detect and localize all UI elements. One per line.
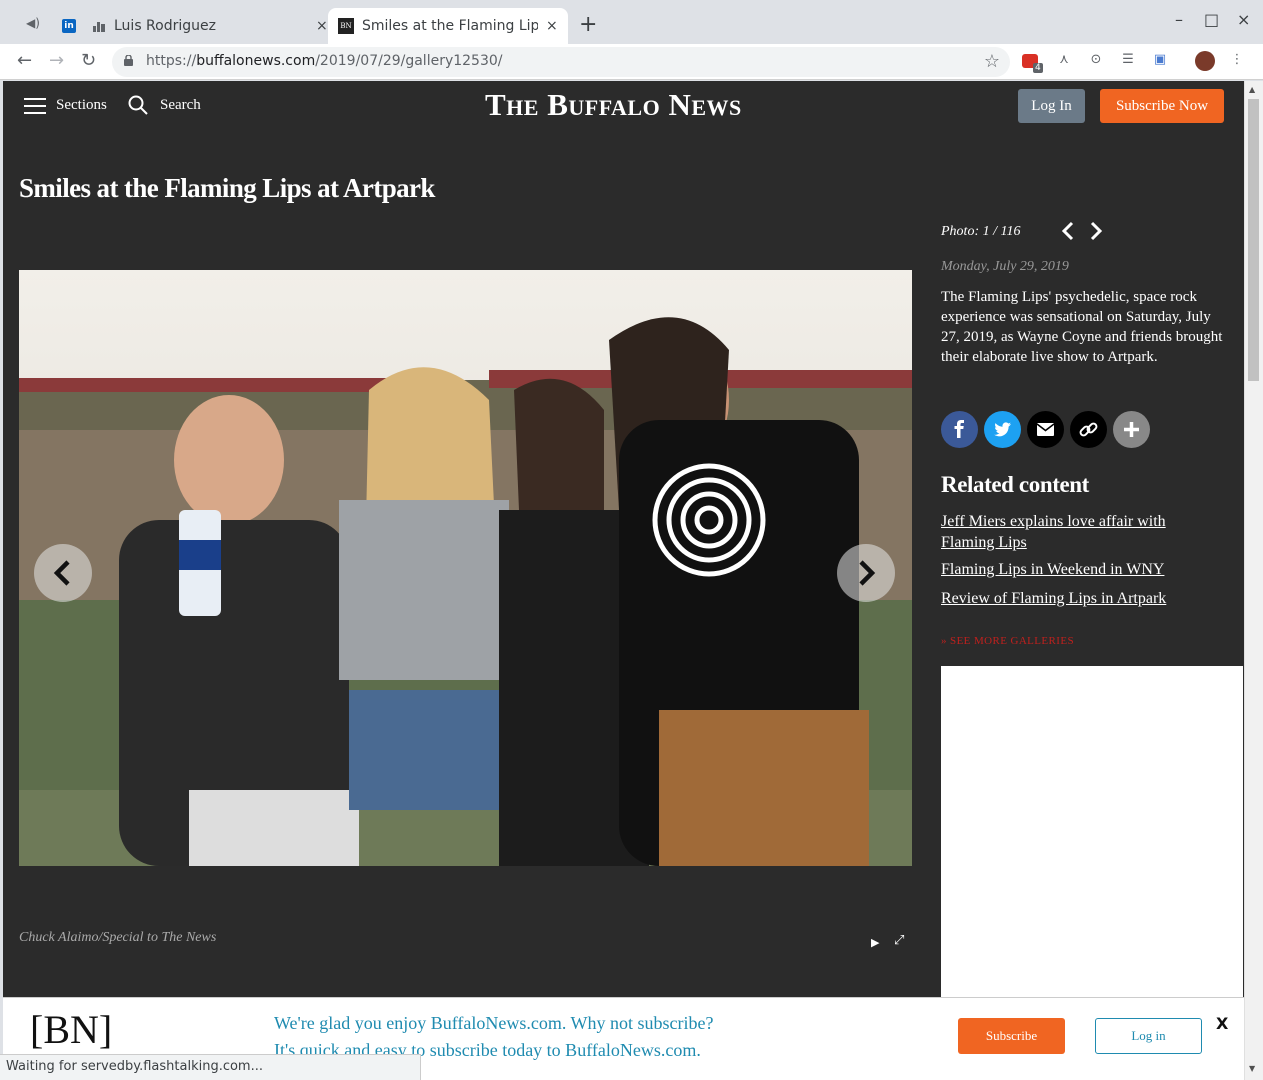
linkedin-icon: in — [62, 19, 76, 33]
advertisement — [941, 666, 1243, 1006]
minimize-button[interactable]: – — [1175, 10, 1183, 29]
profile-avatar[interactable] — [1195, 51, 1215, 71]
chevron-right-icon — [859, 560, 876, 586]
hamburger-icon[interactable] — [24, 98, 46, 114]
sections-link[interactable]: Sections — [56, 97, 107, 114]
email-share-button[interactable] — [1027, 411, 1064, 448]
twitter-share-button[interactable] — [984, 411, 1021, 448]
maximize-button[interactable]: □ — [1204, 10, 1219, 29]
banner-subscribe-button[interactable]: Subscribe — [958, 1018, 1065, 1054]
extension-tool-icon[interactable]: ⋏ — [1055, 52, 1073, 70]
chevron-left-icon — [53, 560, 70, 586]
related-link[interactable]: Jeff Miers explains love affair with Fla… — [941, 511, 1221, 553]
page-scrollbar[interactable]: ▲ ▼ — [1244, 81, 1263, 1080]
close-window-button[interactable]: × — [1237, 10, 1250, 29]
photo-caption: The Flaming Lips' psychedelic, space roc… — [941, 289, 1223, 365]
photo-credit: Chuck Alaimo/Special to The News — [19, 930, 217, 945]
twitter-icon — [994, 422, 1011, 437]
gallery-photo[interactable] — [19, 270, 912, 866]
url-scheme: https:// — [146, 53, 197, 69]
address-bar[interactable]: https://buffalonews.com/2019/07/29/galle… — [112, 47, 1010, 77]
plus-icon — [1124, 422, 1139, 437]
extension-badge: 4 — [1033, 63, 1043, 73]
browser-menu-icon[interactable]: ⋮ — [1228, 52, 1246, 70]
lock-icon — [124, 55, 133, 66]
tab-title: Luis Rodriguez — [114, 18, 216, 34]
photo-date: Monday, July 29, 2019 — [941, 259, 1069, 274]
scroll-up-icon[interactable]: ▲ — [1249, 85, 1255, 94]
related-link[interactable]: Flaming Lips in Weekend in WNY — [941, 559, 1221, 580]
related-content-heading: Related content — [941, 472, 1089, 497]
browser-status-bar: Waiting for servedby.flashtalking.com... — [0, 1054, 421, 1080]
url-text: https://buffalonews.com/2019/07/29/galle… — [146, 53, 503, 69]
new-tab-button[interactable]: + — [579, 14, 597, 36]
related-link[interactable]: Review of Flaming Lips in Artpark — [941, 588, 1221, 609]
url-path: /2019/07/29/gallery12530/ — [315, 53, 503, 69]
photo-counter: Photo: 1 / 116 — [941, 224, 1021, 239]
artifact-icon — [92, 19, 106, 33]
login-button[interactable]: Log In — [1018, 89, 1085, 123]
expand-icon[interactable]: ⤢ — [894, 933, 904, 948]
search-link[interactable]: Search — [160, 97, 201, 114]
facebook-icon — [954, 420, 964, 438]
reload-button[interactable]: ↻ — [81, 50, 96, 71]
bookmark-star-icon[interactable]: ☆ — [984, 51, 1000, 72]
search-icon[interactable] — [128, 95, 148, 115]
banner-close-button[interactable]: X — [1216, 1014, 1228, 1033]
chevron-right-icon[interactable] — [1088, 220, 1104, 242]
back-button[interactable]: ← — [17, 50, 32, 71]
facebook-share-button[interactable] — [941, 411, 978, 448]
scroll-down-icon[interactable]: ▼ — [1249, 1064, 1255, 1073]
forward-button[interactable]: → — [49, 50, 64, 71]
site-logo[interactable]: The Buffalo News — [485, 87, 742, 123]
browser-toolbar: ← → ↻ https://buffalonews.com/2019/07/29… — [0, 44, 1263, 80]
url-host: buffalonews.com — [196, 53, 316, 69]
tab-title: Smiles at the Flaming Lips — [362, 18, 538, 34]
audio-icon[interactable]: ◀) — [26, 16, 40, 30]
concert-crowd-photo — [19, 270, 912, 866]
banner-login-button[interactable]: Log in — [1095, 1018, 1202, 1054]
more-share-button[interactable] — [1113, 411, 1150, 448]
page-title: Smiles at the Flaming Lips at Artpark — [19, 173, 435, 203]
photo-next-button[interactable] — [837, 544, 895, 602]
extension-camera-icon[interactable]: ▣ — [1151, 52, 1169, 70]
bn-favicon-icon: BN — [338, 18, 354, 34]
extension-list-icon[interactable]: ☰ — [1119, 52, 1137, 70]
close-icon[interactable]: × — [546, 18, 558, 34]
link-share-button[interactable] — [1070, 411, 1107, 448]
play-icon[interactable]: ▶ — [871, 936, 879, 949]
see-more-galleries-link[interactable]: » SEE MORE GALLERIES — [941, 635, 1074, 647]
link-icon — [1079, 422, 1098, 437]
email-icon — [1036, 423, 1055, 436]
banner-message: We're glad you enjoy BuffaloNews.com. Wh… — [274, 1013, 714, 1033]
tab-linkedin[interactable]: in Luis Rodriguez × — [56, 8, 328, 44]
scroll-thumb[interactable] — [1248, 99, 1259, 381]
extension-code-icon[interactable]: ⊙ — [1087, 52, 1105, 70]
photo-prev-button[interactable] — [34, 544, 92, 602]
tab-buffalo-news[interactable]: BN Smiles at the Flaming Lips × — [328, 8, 568, 44]
subscribe-now-button[interactable]: Subscribe Now — [1100, 89, 1224, 123]
browser-tab-strip: ◀) in Luis Rodriguez × BN Smiles at the … — [0, 0, 1263, 44]
bn-logo: [BN] — [30, 1007, 113, 1052]
gallery-page: Sections Search The Buffalo News Log In … — [3, 81, 1244, 1080]
chevron-left-icon[interactable] — [1060, 220, 1076, 242]
close-icon[interactable]: × — [316, 18, 328, 34]
